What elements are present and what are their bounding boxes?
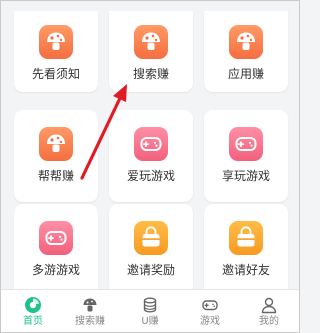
- home-icon: [24, 296, 42, 314]
- grid-item-label: 享玩游戏: [221, 169, 270, 183]
- grid-item-app-earn[interactable]: 应用赚: [204, 11, 288, 92]
- grid-item-label: 邀请奖励: [126, 263, 175, 277]
- app-screen: 先看须知 搜索赚 应用赚 帮帮赚 爱玩游戏 享玩游戏 多游游戏 邀请奖励 邀请好…: [0, 0, 300, 333]
- tab-mine[interactable]: 我的: [241, 290, 297, 332]
- bottom-nav: 首页 搜索赚 U赚 游戏 我的: [1, 289, 299, 332]
- tab-label: 我的: [259, 316, 279, 327]
- grid-item-label: 多游游戏: [31, 263, 80, 277]
- grid-item-label: 搜索赚: [132, 67, 169, 81]
- grid-item-label: 爱玩游戏: [126, 169, 175, 183]
- grid-item-love-play-games[interactable]: 爱玩游戏: [109, 110, 193, 202]
- gamepad-icon: [229, 127, 263, 161]
- gamepad-icon: [201, 296, 219, 314]
- shopping-bag-icon: [134, 221, 168, 255]
- gamepad-icon: [134, 127, 168, 161]
- shopping-bag-icon: [229, 221, 263, 255]
- mushroom-icon: [229, 25, 263, 59]
- gamepad-icon: [39, 221, 73, 255]
- mushroom-icon: [39, 25, 73, 59]
- tab-label: 搜索赚: [75, 316, 105, 327]
- tab-games[interactable]: 游戏: [182, 290, 238, 332]
- user-icon: [260, 296, 278, 314]
- tab-home[interactable]: 首页: [5, 290, 61, 332]
- grid-item-label: 邀请好友: [221, 263, 270, 277]
- grid-item-invite-friends[interactable]: 邀请好友: [204, 204, 288, 296]
- grid-item-read-notice[interactable]: 先看须知: [14, 11, 98, 92]
- tab-search-earn[interactable]: 搜索赚: [62, 290, 118, 332]
- grid-item-search-earn[interactable]: 搜索赚: [109, 11, 193, 92]
- grid-item-label: 帮帮赚: [37, 169, 74, 183]
- grid-item-label: 先看须知: [31, 67, 80, 81]
- grid-item-label: 应用赚: [227, 67, 264, 81]
- tab-label: 首页: [23, 316, 43, 327]
- grid-item-multi-games[interactable]: 多游游戏: [14, 204, 98, 296]
- coins-icon: [141, 296, 159, 314]
- grid-item-invite-reward[interactable]: 邀请奖励: [109, 204, 193, 296]
- mushroom-icon: [81, 296, 99, 314]
- tab-label: U赚: [141, 316, 159, 327]
- tab-label: 游戏: [200, 316, 220, 327]
- tab-u-earn[interactable]: U赚: [122, 290, 178, 332]
- mushroom-icon: [39, 127, 73, 161]
- mushroom-icon: [134, 25, 168, 59]
- grid-item-enjoy-play-games[interactable]: 享玩游戏: [204, 110, 288, 202]
- grid-item-help-earn[interactable]: 帮帮赚: [14, 110, 98, 202]
